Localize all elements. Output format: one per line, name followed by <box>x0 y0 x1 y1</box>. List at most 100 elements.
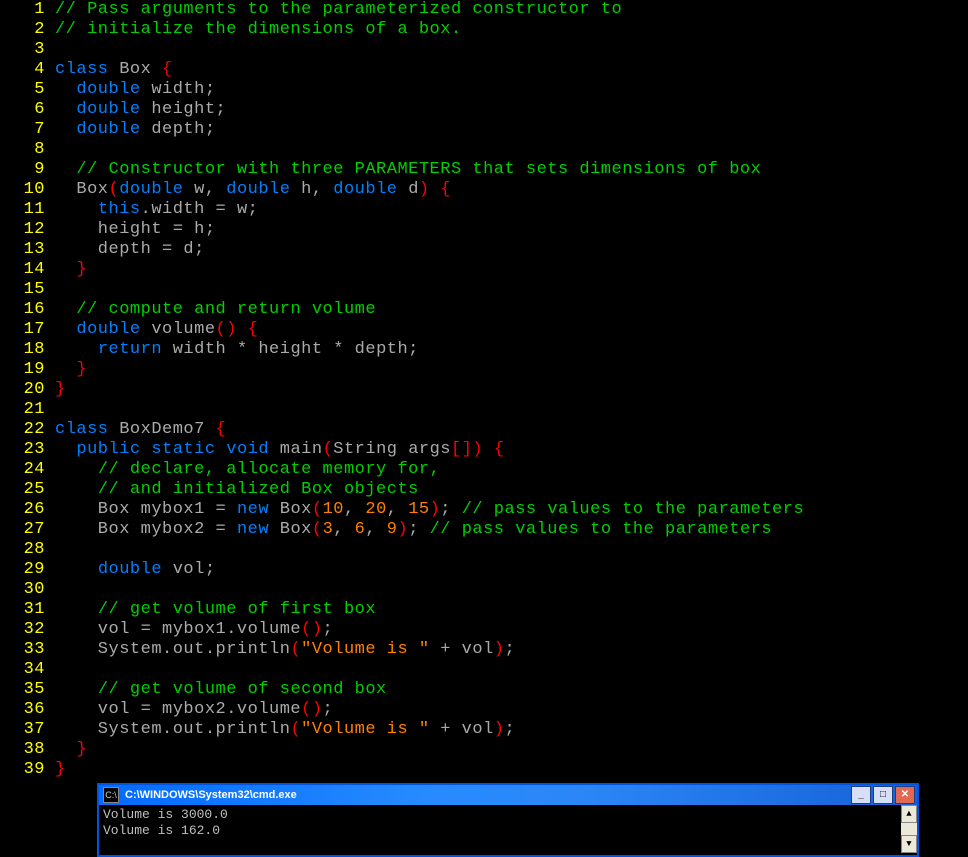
code-line[interactable]: 36 vol = mybox2.volume(); <box>0 700 968 720</box>
code-content[interactable]: depth = d; <box>55 240 205 260</box>
minimize-button[interactable]: _ <box>851 786 871 804</box>
code-content[interactable]: // Constructor with three PARAMETERS tha… <box>55 160 761 180</box>
code-editor[interactable]: 1// Pass arguments to the parameterized … <box>0 0 968 780</box>
code-line[interactable]: 10 Box(double w, double h, double d) { <box>0 180 968 200</box>
code-content[interactable]: double depth; <box>55 120 216 140</box>
code-content[interactable]: double height; <box>55 100 226 120</box>
line-number: 11 <box>0 200 55 220</box>
code-content[interactable]: public static void main(String args[]) { <box>55 440 505 460</box>
code-line[interactable]: 22class BoxDemo7 { <box>0 420 968 440</box>
code-line[interactable]: 32 vol = mybox1.volume(); <box>0 620 968 640</box>
code-line[interactable]: 8 <box>0 140 968 160</box>
code-line[interactable]: 29 double vol; <box>0 560 968 580</box>
code-content[interactable]: return width * height * depth; <box>55 340 419 360</box>
code-content[interactable]: } <box>55 740 87 760</box>
code-line[interactable]: 39} <box>0 760 968 780</box>
code-line[interactable]: 14 } <box>0 260 968 280</box>
code-line[interactable]: 7 double depth; <box>0 120 968 140</box>
code-content[interactable]: // get volume of second box <box>55 680 387 700</box>
cmd-titlebar[interactable]: C:\ C:\WINDOWS\System32\cmd.exe _ □ ✕ <box>99 785 917 805</box>
line-number: 8 <box>0 140 55 160</box>
code-content[interactable]: } <box>55 760 66 780</box>
code-line[interactable]: 25 // and initialized Box objects <box>0 480 968 500</box>
code-content[interactable]: } <box>55 260 87 280</box>
cmd-output: Volume is 3000.0 Volume is 162.0 <box>99 805 901 853</box>
code-line[interactable]: 17 double volume() { <box>0 320 968 340</box>
code-content[interactable]: Box mybox1 = new Box(10, 20, 15); // pas… <box>55 500 804 520</box>
code-line[interactable]: 19 } <box>0 360 968 380</box>
code-content[interactable]: class Box { <box>55 60 173 80</box>
line-number: 18 <box>0 340 55 360</box>
line-number: 4 <box>0 60 55 80</box>
code-line[interactable]: 3 <box>0 40 968 60</box>
code-line[interactable]: 21 <box>0 400 968 420</box>
line-number: 38 <box>0 740 55 760</box>
code-content[interactable]: this.width = w; <box>55 200 258 220</box>
code-content[interactable]: Box(double w, double h, double d) { <box>55 180 451 200</box>
code-line[interactable]: 13 depth = d; <box>0 240 968 260</box>
code-content[interactable]: } <box>55 360 87 380</box>
code-line[interactable]: 26 Box mybox1 = new Box(10, 20, 15); // … <box>0 500 968 520</box>
cmd-title: C:\WINDOWS\System32\cmd.exe <box>123 785 850 805</box>
line-number: 3 <box>0 40 55 60</box>
code-content[interactable]: class BoxDemo7 { <box>55 420 226 440</box>
line-number: 31 <box>0 600 55 620</box>
code-line[interactable]: 16 // compute and return volume <box>0 300 968 320</box>
code-line[interactable]: 37 System.out.println("Volume is " + vol… <box>0 720 968 740</box>
code-line[interactable]: 28 <box>0 540 968 560</box>
code-line[interactable]: 18 return width * height * depth; <box>0 340 968 360</box>
code-content[interactable]: Box mybox2 = new Box(3, 6, 9); // pass v… <box>55 520 772 540</box>
code-line[interactable]: 35 // get volume of second box <box>0 680 968 700</box>
line-number: 39 <box>0 760 55 780</box>
code-line[interactable]: 31 // get volume of first box <box>0 600 968 620</box>
code-content[interactable]: vol = mybox2.volume(); <box>55 700 333 720</box>
line-number: 10 <box>0 180 55 200</box>
code-line[interactable]: 5 double width; <box>0 80 968 100</box>
cmd-body: Volume is 3000.0 Volume is 162.0 ▲ ▼ <box>99 805 917 853</box>
code-line[interactable]: 2// initialize the dimensions of a box. <box>0 20 968 40</box>
code-content[interactable]: double vol; <box>55 560 216 580</box>
code-line[interactable]: 11 this.width = w; <box>0 200 968 220</box>
code-line[interactable]: 38 } <box>0 740 968 760</box>
line-number: 13 <box>0 240 55 260</box>
line-number: 17 <box>0 320 55 340</box>
line-number: 28 <box>0 540 55 560</box>
line-number: 22 <box>0 420 55 440</box>
code-line[interactable]: 27 Box mybox2 = new Box(3, 6, 9); // pas… <box>0 520 968 540</box>
line-number: 16 <box>0 300 55 320</box>
code-line[interactable]: 4class Box { <box>0 60 968 80</box>
line-number: 9 <box>0 160 55 180</box>
code-content[interactable]: System.out.println("Volume is " + vol); <box>55 720 515 740</box>
code-content[interactable]: } <box>55 380 66 400</box>
close-button[interactable]: ✕ <box>895 786 915 804</box>
line-number: 32 <box>0 620 55 640</box>
scroll-up-button[interactable]: ▲ <box>901 805 917 823</box>
code-content[interactable]: // get volume of first box <box>55 600 376 620</box>
code-content[interactable]: // initialize the dimensions of a box. <box>55 20 462 40</box>
code-content[interactable]: double volume() { <box>55 320 258 340</box>
code-line[interactable]: 23 public static void main(String args[]… <box>0 440 968 460</box>
scroll-down-button[interactable]: ▼ <box>901 835 917 853</box>
code-line[interactable]: 15 <box>0 280 968 300</box>
code-line[interactable]: 33 System.out.println("Volume is " + vol… <box>0 640 968 660</box>
line-number: 24 <box>0 460 55 480</box>
code-content[interactable]: // compute and return volume <box>55 300 376 320</box>
code-content[interactable]: height = h; <box>55 220 216 240</box>
code-line[interactable]: 34 <box>0 660 968 680</box>
cmd-scrollbar[interactable]: ▲ ▼ <box>901 805 917 853</box>
code-line[interactable]: 1// Pass arguments to the parameterized … <box>0 0 968 20</box>
code-content[interactable]: double width; <box>55 80 216 100</box>
code-line[interactable]: 30 <box>0 580 968 600</box>
code-line[interactable]: 6 double height; <box>0 100 968 120</box>
code-line[interactable]: 24 // declare, allocate memory for, <box>0 460 968 480</box>
code-content[interactable]: System.out.println("Volume is " + vol); <box>55 640 515 660</box>
code-content[interactable]: // Pass arguments to the parameterized c… <box>55 0 622 20</box>
code-content[interactable]: // declare, allocate memory for, <box>55 460 440 480</box>
code-line[interactable]: 20} <box>0 380 968 400</box>
maximize-button[interactable]: □ <box>873 786 893 804</box>
code-content[interactable]: // and initialized Box objects <box>55 480 419 500</box>
code-content[interactable]: vol = mybox1.volume(); <box>55 620 333 640</box>
code-line[interactable]: 12 height = h; <box>0 220 968 240</box>
code-line[interactable]: 9 // Constructor with three PARAMETERS t… <box>0 160 968 180</box>
line-number: 15 <box>0 280 55 300</box>
